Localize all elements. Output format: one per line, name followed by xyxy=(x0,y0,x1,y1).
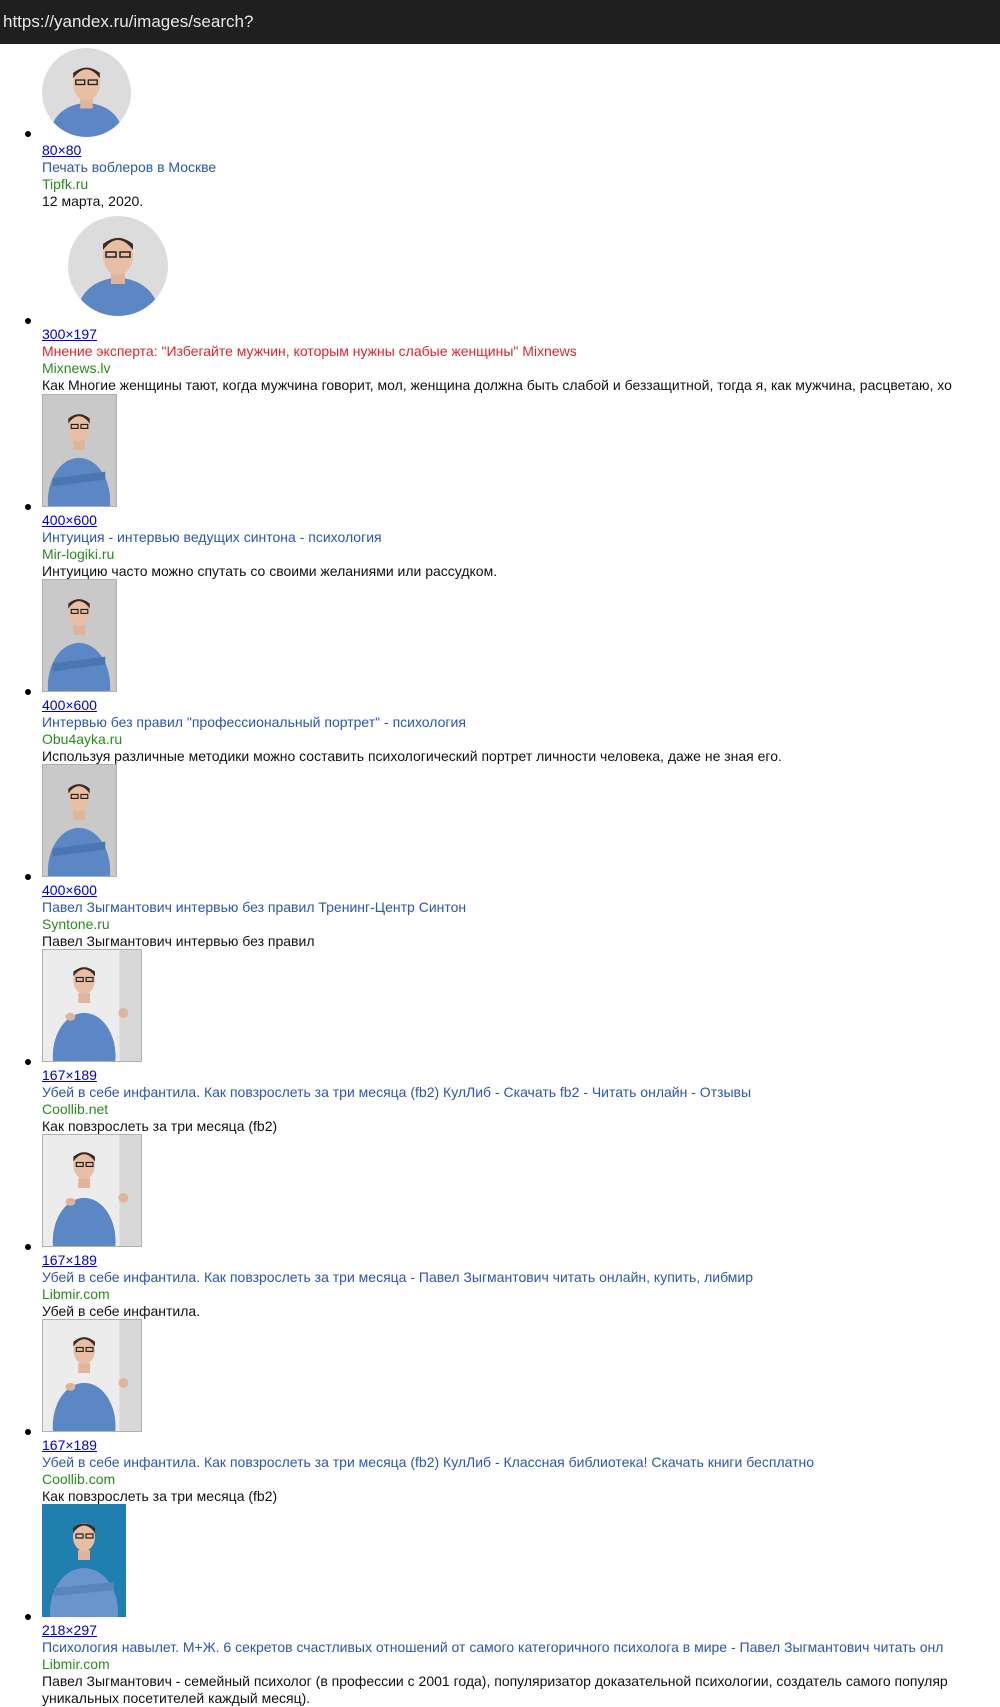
result-domain[interactable]: Mir-logiki.ru xyxy=(42,546,114,563)
result-description: Интуицию часто можно спутать со своими ж… xyxy=(42,563,498,579)
result-item: 400×600 Интуиция - интервью ведущих синт… xyxy=(0,394,1000,579)
result-title-link[interactable]: Психология навылет. М+Ж. 6 секретов счас… xyxy=(42,1639,943,1656)
list-bullet xyxy=(25,504,31,510)
result-domain[interactable]: Obu4ayka.ru xyxy=(42,731,122,748)
result-thumbnail[interactable] xyxy=(68,216,168,316)
result-thumbnail[interactable] xyxy=(42,1134,142,1247)
result-item: 167×189 Убей в себе инфантила. Как повзр… xyxy=(0,1319,1000,1504)
result-title-link[interactable]: Павел Зыгмантович интервью без правил Тр… xyxy=(42,899,466,916)
result-item: 167×189 Убей в себе инфантила. Как повзр… xyxy=(0,949,1000,1134)
result-size-link[interactable]: 167×189 xyxy=(42,1437,97,1454)
result-description: 12 марта, 2020. xyxy=(42,193,144,209)
result-description: Павел Зыгмантович - семейный психолог (в… xyxy=(42,1673,948,1706)
result-item: 167×189 Убей в себе инфантила. Как повзр… xyxy=(0,1134,1000,1319)
result-title-link[interactable]: Мнение эксперта: "Избегайте мужчин, кото… xyxy=(42,343,577,360)
result-description: Используя различные методики можно соста… xyxy=(42,748,782,764)
result-size-link[interactable]: 400×600 xyxy=(42,697,97,714)
result-title-link[interactable]: Интервью без правил "профессиональный по… xyxy=(42,714,466,731)
result-description: Как Многие женщины тают, когда мужчина г… xyxy=(42,377,952,393)
result-thumbnail[interactable] xyxy=(42,1504,126,1617)
result-size-link[interactable]: 167×189 xyxy=(42,1067,97,1084)
result-size-link[interactable]: 80×80 xyxy=(42,142,81,159)
result-thumbnail[interactable] xyxy=(42,579,117,692)
result-domain[interactable]: Tipfk.ru xyxy=(42,176,88,193)
result-size-link[interactable]: 218×297 xyxy=(42,1622,97,1639)
result-thumbnail[interactable] xyxy=(42,764,117,877)
result-domain[interactable]: Coollib.net xyxy=(42,1101,108,1118)
result-domain[interactable]: Syntone.ru xyxy=(42,916,110,933)
result-size-link[interactable]: 400×600 xyxy=(42,882,97,899)
address-bar[interactable]: https://yandex.ru/images/search? xyxy=(0,0,1000,44)
result-domain[interactable]: Libmir.com xyxy=(42,1656,110,1673)
result-title-link[interactable]: Убей в себе инфантила. Как повзрослеть з… xyxy=(42,1084,751,1101)
result-title-link[interactable]: Печать воблеров в Москве xyxy=(42,159,216,176)
result-domain[interactable]: Mixnews.lv xyxy=(42,360,110,377)
result-description: Как повзрослеть за три месяца (fb2) xyxy=(42,1118,278,1134)
result-thumbnail[interactable] xyxy=(42,949,142,1062)
result-size-link[interactable]: 300×197 xyxy=(42,326,97,343)
list-bullet xyxy=(25,1614,31,1620)
list-bullet xyxy=(25,689,31,695)
result-thumbnail[interactable] xyxy=(42,1319,142,1432)
result-size-link[interactable]: 400×600 xyxy=(42,512,97,529)
result-title-link[interactable]: Убей в себе инфантила. Как повзрослеть з… xyxy=(42,1269,753,1286)
result-description: Убей в себе инфантила. xyxy=(42,1303,201,1319)
list-bullet xyxy=(25,874,31,880)
result-domain[interactable]: Libmir.com xyxy=(42,1286,110,1303)
list-bullet xyxy=(25,1429,31,1435)
result-thumbnail[interactable] xyxy=(42,48,131,137)
result-title-link[interactable]: Интуиция - интервью ведущих синтона - пс… xyxy=(42,529,382,546)
list-bullet xyxy=(25,1244,31,1250)
result-item: 400×600 Интервью без правил "профессиона… xyxy=(0,579,1000,764)
result-domain[interactable]: Coollib.com xyxy=(42,1471,115,1488)
list-bullet xyxy=(25,318,31,324)
url-text: https://yandex.ru/images/search? xyxy=(3,12,254,31)
result-title-link[interactable]: Убей в себе инфантила. Как повзрослеть з… xyxy=(42,1454,814,1471)
result-item: 300×197 Мнение эксперта: "Избегайте мужч… xyxy=(0,214,1000,399)
result-description: Павел Зыгмантович интервью без правил xyxy=(42,933,315,949)
result-description: Как повзрослеть за три месяца (fb2) xyxy=(42,1488,278,1504)
result-size-link[interactable]: 167×189 xyxy=(42,1252,97,1269)
result-thumbnail[interactable] xyxy=(42,394,117,507)
result-item: 218×297 Психология навылет. М+Ж. 6 секре… xyxy=(0,1504,1000,1706)
list-bullet xyxy=(25,1059,31,1065)
list-bullet xyxy=(25,131,31,137)
result-item: 80×80 Печать воблеров в Москве Tipfk.ru … xyxy=(0,44,1000,229)
result-item: 400×600 Павел Зыгмантович интервью без п… xyxy=(0,764,1000,949)
